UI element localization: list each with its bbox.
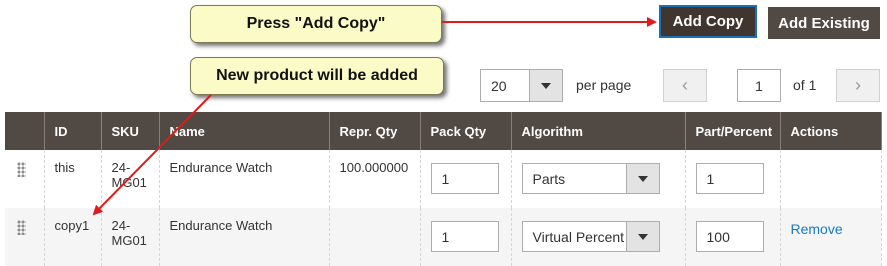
chevron-left-icon: ‹ (682, 75, 688, 95)
cell-pack-qty: 1 (420, 208, 512, 266)
add-copy-button[interactable]: Add Copy (659, 5, 757, 38)
cell-repr-qty (329, 208, 421, 266)
per-page-label: per page (576, 77, 632, 93)
cell-pack-qty: 1 (420, 150, 512, 208)
cell-id: this (44, 150, 102, 208)
drag-handle-icon[interactable] (17, 162, 26, 177)
cell-name: Endurance Watch (159, 150, 330, 208)
header-part-percent[interactable]: Part/Percent (685, 112, 781, 150)
previous-page-button[interactable]: ‹ (663, 69, 707, 102)
per-page-select[interactable]: 20 (480, 69, 563, 102)
add-existing-button[interactable]: Add Existing (768, 7, 880, 39)
header-repr-qty[interactable]: Repr. Qty (329, 112, 421, 150)
page-number-input[interactable]: 1 (737, 69, 781, 102)
cell-algorithm: Virtual Percent (511, 208, 686, 266)
cell-actions (780, 150, 882, 208)
pack-qty-input[interactable]: 1 (430, 163, 499, 194)
drag-handle-icon[interactable] (17, 220, 26, 235)
drag-handle[interactable] (5, 150, 45, 208)
cell-part-percent: 100 (685, 208, 781, 266)
cell-sku: 24-MG01 (101, 150, 160, 208)
header-id[interactable]: ID (44, 112, 102, 150)
chevron-down-icon[interactable] (529, 70, 562, 101)
table-row: this 24-MG01 Endurance Watch 100.000000 … (5, 150, 882, 208)
part-percent-input[interactable]: 1 (695, 163, 764, 194)
pack-qty-input[interactable]: 1 (430, 221, 499, 252)
callout-add-copy: Press "Add Copy" (190, 5, 442, 43)
cell-id: copy1 (44, 208, 102, 266)
cell-part-percent: 1 (685, 150, 781, 208)
cell-name: Endurance Watch (159, 208, 330, 266)
per-page-value: 20 (491, 77, 507, 94)
table-header-row: ID SKU Name Repr. Qty Pack Qty Algorithm… (5, 112, 882, 150)
chevron-down-icon[interactable] (625, 164, 659, 193)
header-pack-qty[interactable]: Pack Qty (420, 112, 512, 150)
cell-algorithm: Parts (511, 150, 686, 208)
callout-new-product: New product will be added (190, 57, 444, 95)
cell-repr-qty: 100.000000 (329, 150, 421, 208)
header-sku[interactable]: SKU (101, 112, 160, 150)
remove-link[interactable]: Remove (791, 221, 843, 237)
algorithm-select[interactable]: Virtual Percent (521, 221, 660, 252)
algorithm-value: Parts (532, 170, 566, 187)
algorithm-select[interactable]: Parts (521, 163, 660, 194)
cell-sku: 24-MG01 (101, 208, 160, 266)
header-actions: Actions (780, 112, 882, 150)
header-name[interactable]: Name (159, 112, 330, 150)
table-row: copy1 24-MG01 Endurance Watch 1 Virtual … (5, 208, 882, 266)
cell-actions: Remove (780, 208, 882, 266)
next-page-button[interactable]: › (836, 69, 880, 102)
header-algorithm[interactable]: Algorithm (511, 112, 686, 150)
page-total-label: of 1 (793, 77, 817, 93)
chevron-right-icon: › (855, 75, 861, 95)
part-percent-input[interactable]: 100 (695, 221, 764, 252)
bundle-items-grid: ID SKU Name Repr. Qty Pack Qty Algorithm… (5, 112, 882, 266)
algorithm-value: Virtual Percent (532, 228, 625, 245)
header-drag (5, 112, 45, 150)
chevron-down-icon[interactable] (625, 222, 659, 251)
drag-handle[interactable] (5, 208, 45, 266)
